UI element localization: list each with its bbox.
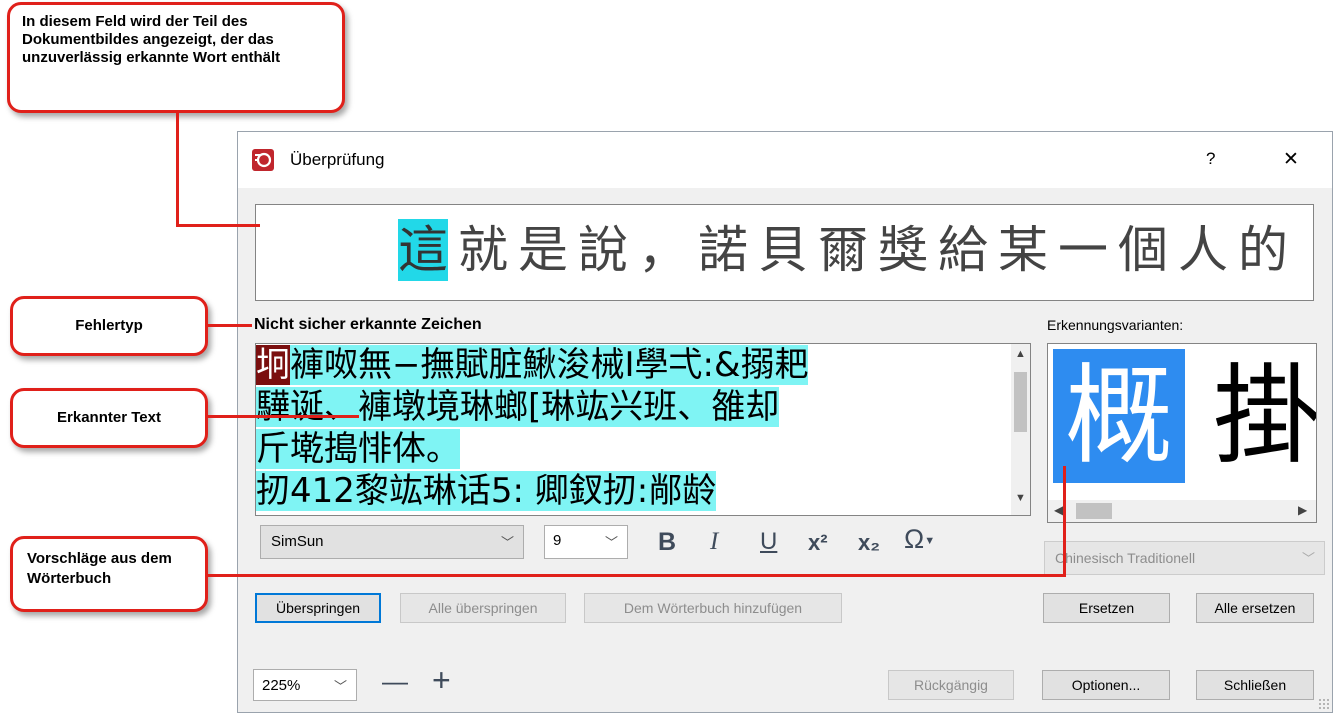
recognized-text-span: 驊诞、褲墩境琳螂[琳竑兴班、雒却 [256,387,780,427]
zoom-in-button[interactable]: + [432,662,451,699]
language-value: Chinesisch Traditionell [1055,550,1196,566]
strip-char: ， [638,221,688,279]
scroll-down-icon[interactable]: ▼ [1015,492,1026,504]
superscript-button[interactable]: x² [808,530,828,556]
strip-char: 是 [518,221,568,279]
font-name-select[interactable]: SimSun ﹀ [260,525,524,559]
chevron-down-icon: ﹀ [334,679,348,694]
hscroll-thumb[interactable] [1076,503,1112,519]
text-scrollbar[interactable]: ▲ ▼ [1011,344,1030,515]
variant-char-2: 掛 [1213,354,1317,479]
recognized-text-span: 扨412黎竑琳话5: 卿釵扨:䣊龄 [256,471,717,511]
callout-image-field-text: In diesem Feld wird der Teil des Dokumen… [22,13,281,66]
caret-down-icon: ▼ [924,534,936,547]
close-button[interactable]: Schließen [1196,670,1314,700]
variants-hscrollbar[interactable]: ◀ ▶ [1048,500,1316,522]
strip-char-highlighted: 這 [398,219,448,281]
recognized-text-span: 斤墘搗悱体。 [256,429,460,469]
uncertain-char[interactable]: 坰 [256,345,290,385]
close-icon[interactable]: ✕ [1283,148,1299,171]
chevron-down-icon: ﹀ [501,535,515,550]
scroll-right-icon[interactable]: ▶ [1298,503,1307,517]
text-line: 驊诞、褲墩境琳螂[琳竑兴班、雒却 [256,386,1010,428]
app-icon [252,149,274,171]
strip-char: 諾 [698,221,748,279]
verification-dialog: Überprüfung ? ✕ 這就是說，諾貝爾獎給某一個人的 Nicht si… [237,131,1333,713]
subscript-button[interactable]: x₂ [858,530,880,556]
strip-char: 人 [1178,221,1228,279]
scroll-thumb[interactable] [1014,372,1027,432]
strip-char: 某 [998,221,1048,279]
font-size-value: 9 [553,532,562,549]
text-line: 斤墘搗悱体。 [256,428,1010,470]
callout-recognized-text-text: Erkannter Text [57,409,161,426]
language-select[interactable]: Chinesisch Traditionell ﹀ [1044,541,1325,575]
zoom-value: 225% [262,677,301,694]
recognized-text-lines: 坰褲呶無−撫賦脏鰍浚械I學弌:&搦耙 驊诞、褲墩境琳螂[琳竑兴班、雒却 斤墘搗悱体。… [256,344,1010,512]
strip-char: 給 [938,221,988,279]
error-type-label: Nicht sicher erkannte Zeichen [254,316,482,333]
callout-dictionary-suggestions: Vorschläge aus dem Wörterbuch [10,536,208,612]
zoom-out-button[interactable]: — [382,666,408,697]
chevron-down-icon: ﹀ [605,535,619,550]
strip-char: 爾 [818,221,868,279]
undo-button[interactable]: Rückgängig [888,670,1014,700]
strip-char: 說 [578,221,628,279]
strip-char: 的 [1238,221,1288,279]
symbol-button[interactable]: Ω▼ [904,524,935,555]
dialog-title: Überprüfung [290,150,385,169]
document-image-strip: 這就是說，諾貝爾獎給某一個人的 [398,219,1298,285]
connector-line [1063,466,1066,577]
variant-char-1: 概 [1064,354,1173,479]
strip-char: 就 [458,221,508,279]
callout-error-type-text: Fehlertyp [75,317,143,334]
zoom-select[interactable]: 225% ﹀ [253,669,357,701]
italic-button[interactable]: I [710,528,718,556]
connector-line [207,324,252,327]
skip-button[interactable]: Überspringen [255,593,381,623]
options-button[interactable]: Optionen... [1042,670,1170,700]
connector-line [176,224,260,227]
replace-all-button[interactable]: Alle ersetzen [1196,593,1314,623]
document-image-field: 這就是說，諾貝爾獎給某一個人的 [255,204,1314,301]
text-line: 扨412黎竑琳话5: 卿釵扨:䣊龄 [256,470,1010,512]
text-line: 坰褲呶無−撫賦脏鰍浚械I學弌:&搦耙 [256,344,1010,386]
strip-char: 一 [1058,221,1108,279]
variant-item-selected[interactable]: 概 [1053,349,1185,483]
variant-item[interactable]: 掛 [1213,349,1317,483]
underline-button[interactable]: U [760,528,777,556]
strip-char: 獎 [878,221,928,279]
connector-line [207,574,1065,577]
help-button[interactable]: ? [1206,149,1215,169]
scroll-up-icon[interactable]: ▲ [1015,348,1026,360]
strip-char: 個 [1118,221,1168,279]
replace-button[interactable]: Ersetzen [1043,593,1170,623]
callout-recognized-text: Erkannter Text [10,388,208,448]
font-size-select[interactable]: 9 ﹀ [544,525,628,559]
callout-error-type: Fehlertyp [10,296,208,356]
recognized-text-area[interactable]: 坰褲呶無−撫賦脏鰍浚械I學弌:&搦耙 驊诞、褲墩境琳螂[琳竑兴班、雒却 斤墘搗悱体。… [255,343,1031,516]
callout-dictionary-text: Vorschläge aus dem Wörterbuch [27,550,172,587]
callout-image-field: In diesem Feld wird der Teil des Dokumen… [7,2,345,113]
recognition-variants-panel[interactable]: 概 掛 ◀ ▶ [1047,343,1317,523]
bold-button[interactable]: B [658,528,676,557]
variants-label: Erkennungsvarianten: [1047,317,1184,333]
skip-all-button[interactable]: Alle überspringen [400,593,566,623]
add-to-dictionary-button[interactable]: Dem Wörterbuch hinzufügen [584,593,842,623]
strip-char: 貝 [758,221,808,279]
title-bar: Überprüfung ? ✕ [238,132,1332,188]
scroll-left-icon[interactable]: ◀ [1054,503,1063,517]
recognized-text-span: 褲呶無−撫賦脏鰍浚械I學弌:&搦耙 [290,345,809,385]
resize-grip-icon[interactable] [1318,698,1330,710]
omega-icon: Ω [904,524,925,554]
chevron-down-icon: ﹀ [1302,551,1316,566]
font-name-value: SimSun [271,533,324,550]
connector-line [176,113,179,227]
connector-line [207,415,359,418]
